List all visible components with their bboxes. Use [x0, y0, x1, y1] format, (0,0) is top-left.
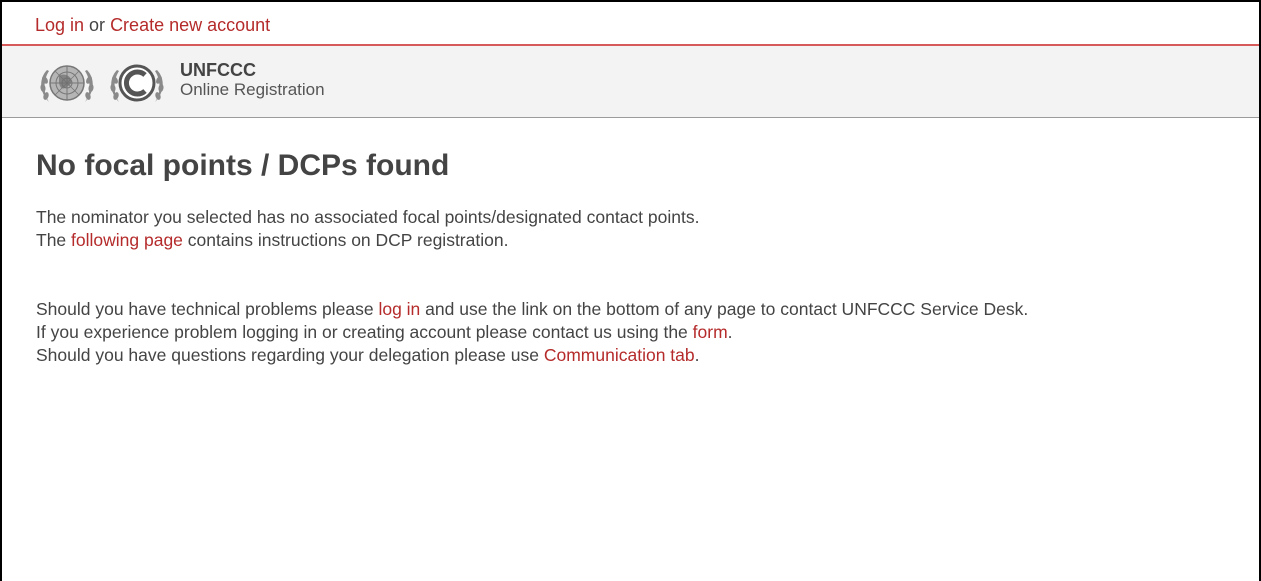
brand-title: UNFCCC — [180, 60, 256, 80]
un-emblem-icon — [40, 65, 94, 102]
help-line-1-post: and use the link on the bottom of any pa… — [420, 299, 1029, 319]
help-login-link[interactable]: log in — [378, 299, 420, 319]
help-line-3-post: . — [694, 345, 700, 365]
create-account-link[interactable]: Create new account — [110, 15, 270, 35]
help-line-3-pre: Should you have questions regarding your… — [36, 345, 544, 365]
account-links: Log in or Create new account — [35, 14, 270, 36]
top-bar: Log in or Create new account — [2, 2, 1259, 46]
communication-tab-link[interactable]: Communication tab — [544, 345, 695, 365]
help-paragraph: Should you have technical problems pleas… — [36, 298, 1251, 367]
unfccc-logo-icon — [110, 64, 164, 102]
info-line-1: The nominator you selected has no associ… — [36, 207, 700, 227]
brand-header: UNFCCC Online Registration — [2, 46, 1259, 118]
brand-text: UNFCCC Online Registration — [180, 60, 325, 100]
or-text: or — [84, 15, 111, 35]
help-line-2-post: . — [727, 322, 733, 342]
main-content: No focal points / DCPs found The nominat… — [36, 148, 1251, 367]
help-line-2-pre: If you experience problem logging in or … — [36, 322, 693, 342]
info-line-2-pre: The — [36, 230, 72, 250]
page-title: No focal points / DCPs found — [36, 149, 450, 182]
info-paragraph: The nominator you selected has no associ… — [36, 206, 1251, 252]
page-frame: Log in or Create new account UNFCCC Onli… — [0, 0, 1261, 581]
following-page-link[interactable]: following page — [71, 230, 183, 250]
contact-form-link[interactable]: form — [693, 322, 728, 342]
help-line-1-pre: Should you have technical problems pleas… — [36, 299, 379, 319]
login-link[interactable]: Log in — [35, 15, 84, 35]
brand-subtitle: Online Registration — [180, 80, 325, 99]
info-line-2-post: contains instructions on DCP registratio… — [182, 230, 509, 250]
